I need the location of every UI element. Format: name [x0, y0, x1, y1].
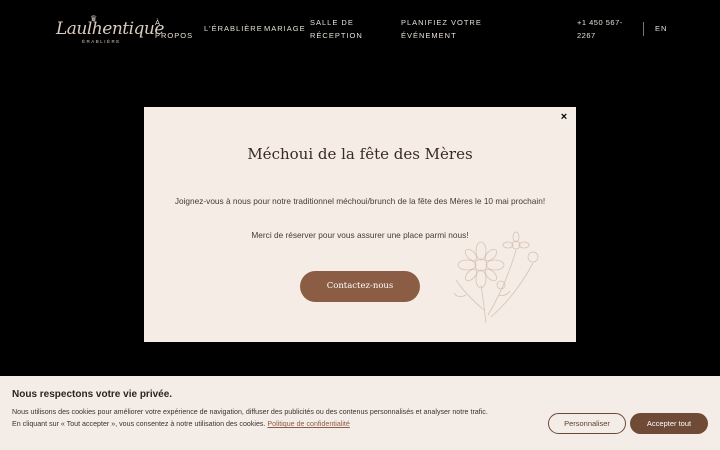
promo-modal: × Méchoui de la fête des Mères Joignez-v…: [144, 107, 576, 342]
cookie-title: Nous respectons votre vie privée.: [12, 389, 173, 400]
nav-item-salle-reception[interactable]: SALLE DE RÉCEPTION: [310, 16, 390, 42]
nav-item-erabliere[interactable]: L'ÉRABLIÈRE: [204, 22, 263, 35]
accept-all-button[interactable]: Accepter tout: [630, 413, 708, 434]
nav-divider: [643, 22, 644, 36]
logo-text: Laulhentique: [56, 19, 164, 39]
cookie-consent-text: En cliquant sur « Tout accepter », vous …: [12, 420, 266, 428]
modal-title: Méchoui de la fête des Mères: [247, 145, 473, 163]
close-icon[interactable]: ×: [558, 111, 570, 123]
flower-illustration: [453, 231, 539, 324]
logo-subtitle: ÉRABLIÈRE: [82, 39, 121, 44]
nav-item-planifiez[interactable]: PLANIFIEZ VOTRE ÉVÉNEMENT: [401, 16, 511, 42]
language-switch[interactable]: EN: [655, 22, 667, 35]
privacy-policy-link[interactable]: Politique de confidentialité: [267, 420, 349, 428]
cookie-text-consent: En cliquant sur « Tout accepter », vous …: [12, 420, 350, 428]
nav-item-apropos[interactable]: À PROPOS: [155, 16, 195, 42]
cookie-text: Nous utilisons des cookies pour améliore…: [12, 408, 488, 416]
cookie-banner: Nous respectons votre vie privée. Nous u…: [0, 376, 720, 450]
modal-text-invite: Joignez-vous à nous pour notre tradition…: [174, 196, 546, 206]
nav-item-mariage[interactable]: MARIAGE: [264, 22, 306, 35]
site-header: ♛ Laulhentique ÉRABLIÈRE À PROPOS L'ÉRAB…: [0, 0, 720, 60]
logo[interactable]: ♛ Laulhentique ÉRABLIÈRE: [54, 14, 164, 48]
customize-button[interactable]: Personnaliser: [548, 413, 626, 434]
contact-button[interactable]: Contactez-nous: [300, 271, 420, 302]
nav-phone[interactable]: +1 450 567-2267: [577, 16, 632, 42]
